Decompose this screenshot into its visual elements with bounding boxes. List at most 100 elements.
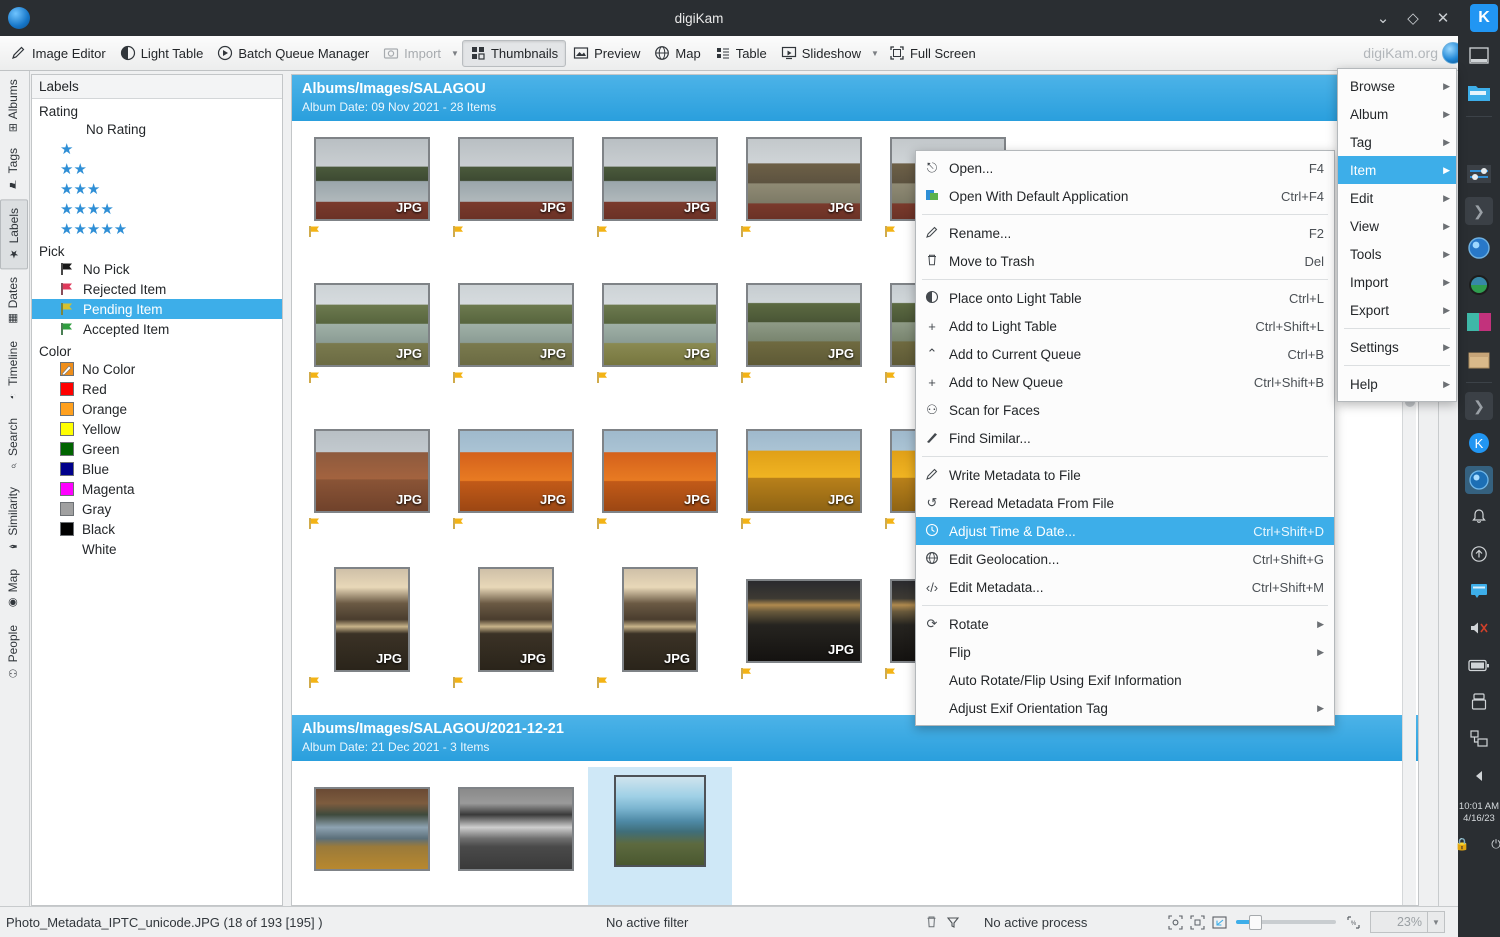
menu-item-rename[interactable]: Rename... F2 bbox=[916, 219, 1334, 247]
color-gray[interactable]: Gray bbox=[32, 499, 282, 519]
fit-window-icon[interactable] bbox=[1186, 911, 1208, 933]
notifications-icon[interactable] bbox=[1465, 503, 1493, 531]
thumbnail-item[interactable]: JPG bbox=[588, 127, 732, 273]
maximize-icon[interactable]: ◇ bbox=[1398, 3, 1428, 33]
thumbnail-image[interactable] bbox=[614, 775, 706, 867]
thumbnail-image[interactable]: JPG bbox=[458, 137, 574, 221]
file-manager-icon[interactable] bbox=[1465, 79, 1493, 107]
zoom-slider[interactable] bbox=[1236, 914, 1336, 930]
sidebar-item-labels[interactable]: ★ Labels bbox=[0, 199, 28, 269]
color-no-color[interactable]: No Color bbox=[32, 359, 282, 379]
toolbar-batch-queue-manager[interactable]: Batch Queue Manager bbox=[210, 40, 376, 67]
thumbnail-image[interactable]: JPG bbox=[314, 429, 430, 513]
thumbnail-item[interactable] bbox=[300, 767, 444, 906]
rating-3-star[interactable]: ★★★ bbox=[32, 179, 282, 199]
terminal-icon[interactable]: ❯ bbox=[1465, 197, 1493, 225]
import-dropdown-arrow[interactable]: ▼ bbox=[448, 49, 462, 58]
menu-item-reread-metadata-from-file[interactable]: ↺ Reread Metadata From File bbox=[916, 489, 1334, 517]
application-menu[interactable]: Browse ▶ Album ▶ Tag ▶ Item ▶ Edit ▶ Vie… bbox=[1337, 68, 1457, 402]
fit-image-icon[interactable] bbox=[1208, 911, 1230, 933]
gimp-icon[interactable] bbox=[1465, 308, 1493, 336]
toolbar-slideshow[interactable]: Slideshow bbox=[774, 40, 868, 67]
menu-item-rotate[interactable]: ⟳ Rotate ▶ bbox=[916, 610, 1334, 638]
thumbnail-image[interactable]: JPG bbox=[602, 137, 718, 221]
menu-item-edit[interactable]: Edit ▶ bbox=[1338, 184, 1456, 212]
menu-item-settings[interactable]: Settings ▶ bbox=[1338, 333, 1456, 361]
color-blue[interactable]: Blue bbox=[32, 459, 282, 479]
color-yellow[interactable]: Yellow bbox=[32, 419, 282, 439]
thumbnail-image[interactable]: JPG bbox=[602, 429, 718, 513]
close-icon[interactable]: ✕ bbox=[1428, 3, 1458, 33]
thumbnail-item[interactable]: JPG bbox=[300, 273, 444, 419]
menu-item-import[interactable]: Import ▶ bbox=[1338, 268, 1456, 296]
pick-accepted[interactable]: Accepted Item bbox=[32, 319, 282, 339]
sidebar-item-albums[interactable]: ⊞ Albums bbox=[0, 71, 26, 140]
thumbnail-item[interactable] bbox=[444, 767, 588, 906]
menu-item-place-onto-light-table[interactable]: Place onto Light Table Ctrl+L bbox=[916, 284, 1334, 312]
thumbnail-image[interactable]: JPG bbox=[746, 283, 862, 367]
archive-icon[interactable] bbox=[1465, 345, 1493, 373]
earth-icon[interactable] bbox=[1465, 271, 1493, 299]
thumbnail-item[interactable]: JPG bbox=[732, 273, 876, 419]
sidebar-item-dates[interactable]: ▦ Dates bbox=[0, 269, 26, 333]
terminal2-icon[interactable]: ❯ bbox=[1465, 392, 1493, 420]
menu-item-add-to-current-queue[interactable]: ⌃ Add to Current Queue Ctrl+B bbox=[916, 340, 1334, 368]
updates-icon[interactable] bbox=[1465, 540, 1493, 568]
thumbnail-image[interactable]: JPG bbox=[334, 567, 410, 672]
menu-item-scan-for-faces[interactable]: ⚇ Scan for Faces bbox=[916, 396, 1334, 424]
pick-pending[interactable]: Pending Item bbox=[32, 299, 282, 319]
pick-rejected[interactable]: Rejected Item bbox=[32, 279, 282, 299]
thumbnail-image[interactable]: JPG bbox=[746, 137, 862, 221]
removable-media-icon[interactable] bbox=[1465, 688, 1493, 716]
menu-item-move-to-trash[interactable]: Move to Trash Del bbox=[916, 247, 1334, 275]
thumbnail-item[interactable]: JPG bbox=[588, 273, 732, 419]
thumbnail-item[interactable]: JPG bbox=[300, 419, 444, 565]
thumbnail-item[interactable]: JPG bbox=[300, 127, 444, 273]
thumbnail-item[interactable] bbox=[588, 767, 732, 906]
sidebar-item-similarity[interactable]: ✒ Similarity bbox=[0, 479, 26, 561]
color-green[interactable]: Green bbox=[32, 439, 282, 459]
menu-item-find-similar[interactable]: Find Similar... bbox=[916, 424, 1334, 452]
color-magenta[interactable]: Magenta bbox=[32, 479, 282, 499]
album-header[interactable]: Albums/Images/SALAGOU Album Date: 09 Nov… bbox=[292, 75, 1418, 121]
menu-item-adjust-time-and-date[interactable]: Adjust Time & Date... Ctrl+Shift+D bbox=[916, 517, 1334, 545]
thumbnail-item[interactable]: JPG bbox=[444, 273, 588, 419]
thumbnail-image[interactable]: JPG bbox=[746, 429, 862, 513]
mixer-icon[interactable] bbox=[1465, 160, 1493, 188]
color-red[interactable]: Red bbox=[32, 379, 282, 399]
menu-item-write-metadata-to-file[interactable]: Write Metadata to File bbox=[916, 461, 1334, 489]
toolbar-thumbnails[interactable]: Thumbnails bbox=[462, 40, 566, 67]
menu-item-browse[interactable]: Browse ▶ bbox=[1338, 72, 1456, 100]
color-orange[interactable]: Orange bbox=[32, 399, 282, 419]
sidebar-item-search[interactable]: ⌕ Search bbox=[0, 410, 26, 479]
menu-item-adjust-exif-orientation-tag[interactable]: Adjust Exif Orientation Tag ▶ bbox=[916, 694, 1334, 722]
zoom-spinner-arrow[interactable]: ▼ bbox=[1428, 911, 1445, 933]
thumbnail-item[interactable]: JPG bbox=[444, 127, 588, 273]
menu-item-export[interactable]: Export ▶ bbox=[1338, 296, 1456, 324]
sidebar-item-tags[interactable]: ⚑ Tags bbox=[0, 140, 26, 198]
toolbar-image-editor[interactable]: Image Editor bbox=[4, 40, 113, 67]
menu-item-item[interactable]: Item ▶ bbox=[1338, 156, 1456, 184]
pick-no-pick[interactable]: No Pick bbox=[32, 259, 282, 279]
fit-selection-icon[interactable] bbox=[1164, 911, 1186, 933]
thumbnail-image[interactable]: JPG bbox=[602, 283, 718, 367]
funnel-icon[interactable] bbox=[942, 911, 964, 933]
thumbnail-image[interactable]: JPG bbox=[622, 567, 698, 672]
battery-icon[interactable] bbox=[1465, 651, 1493, 679]
menu-item-tools[interactable]: Tools ▶ bbox=[1338, 240, 1456, 268]
toolbar-light-table[interactable]: Light Table bbox=[113, 40, 211, 67]
item-context-menu[interactable]: ⎋ Open... F4 Open With Default Applicati… bbox=[915, 150, 1335, 726]
thumbnail-image[interactable]: JPG bbox=[314, 137, 430, 221]
thumbnail-item[interactable]: JPG bbox=[588, 419, 732, 565]
menu-item-tag[interactable]: Tag ▶ bbox=[1338, 128, 1456, 156]
browser-icon[interactable] bbox=[1465, 234, 1493, 262]
power-icon[interactable]: ⏻ bbox=[1482, 836, 1500, 852]
trash-icon[interactable] bbox=[920, 911, 942, 933]
zoom-100-icon[interactable]: % bbox=[1342, 911, 1364, 933]
thumbnail-image[interactable]: JPG bbox=[314, 283, 430, 367]
lock-icon[interactable]: 🔒 bbox=[1448, 836, 1476, 852]
digikam-tray-icon[interactable] bbox=[1465, 466, 1493, 494]
menu-item-auto-rotate-flip-using-exif[interactable]: Auto Rotate/Flip Using Exif Information bbox=[916, 666, 1334, 694]
thumbnail-item[interactable]: JPG bbox=[300, 565, 444, 711]
color-white[interactable]: White bbox=[32, 539, 282, 559]
